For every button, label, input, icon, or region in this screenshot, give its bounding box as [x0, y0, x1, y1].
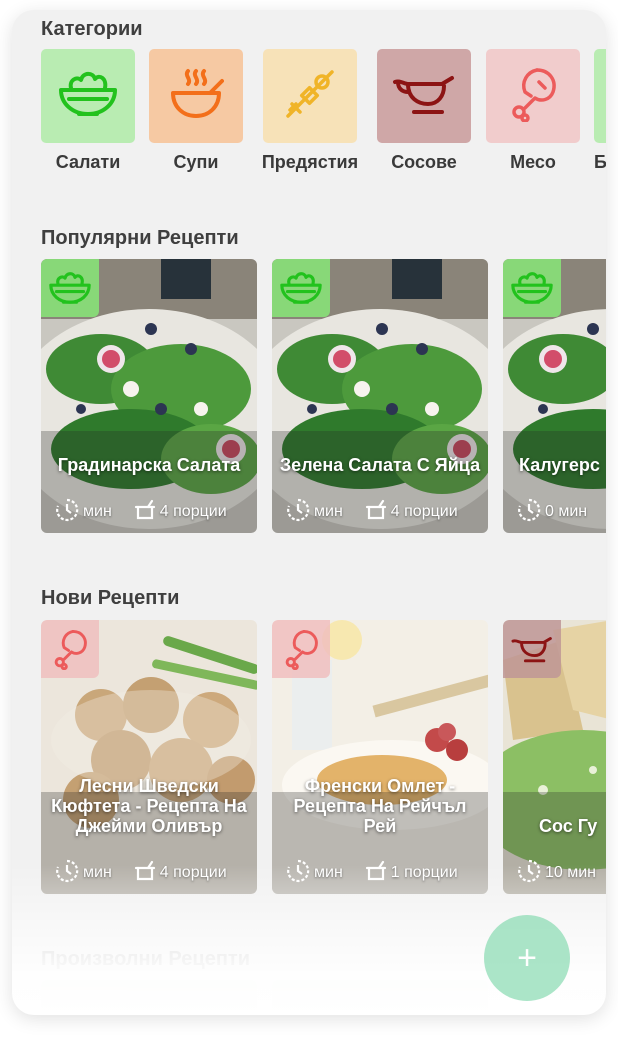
pot-icon: [365, 860, 387, 887]
categories-row[interactable]: Салати Супи Предястия Сосове Месо Б: [41, 49, 606, 179]
servings-info: 4 порции: [365, 499, 458, 526]
time-info: 10 мин: [517, 859, 596, 888]
recipe-name: Лесни Шведски Кюфтета - Рецепта На Джейм…: [51, 776, 247, 836]
recipe-card[interactable]: Сос Гу 10 мин: [503, 620, 606, 894]
recipe-meta: 10 мин: [503, 859, 606, 887]
category-meat[interactable]: Месо: [486, 49, 580, 173]
category-label: Салати: [55, 152, 121, 172]
servings-text: 4 порции: [159, 864, 227, 881]
time-text: мин: [83, 864, 112, 881]
clock-icon: [517, 859, 541, 888]
gravy-boat-icon: [392, 72, 456, 121]
category-tile[interactable]: [377, 49, 471, 143]
categories-title: Категории: [41, 18, 143, 40]
recipe-card-faded[interactable]: [272, 980, 488, 1015]
salad-bowl-icon: [57, 68, 119, 125]
servings-info: 4 порции: [134, 860, 227, 887]
category-tile[interactable]: [594, 49, 606, 143]
category-tile[interactable]: [263, 49, 357, 143]
servings-info: 1 порции: [365, 860, 458, 887]
recipe-name: Френски Омлет - Рецепта На Рейчъл Рей: [293, 776, 467, 836]
category-tile[interactable]: [149, 49, 243, 143]
card-photo: [272, 980, 488, 1015]
recipe-card-faded[interactable]: [41, 980, 257, 1015]
category-tile[interactable]: [41, 49, 135, 143]
salad-bowl-icon: [272, 259, 330, 317]
category-sauces[interactable]: Сосове: [377, 49, 471, 173]
recipe-name: Градинарска Салата: [57, 455, 241, 475]
category-label: Б: [594, 152, 606, 172]
random-title: Произволни Рецепти: [41, 948, 250, 970]
recipe-name: Зелена Салата С Яйца: [279, 455, 481, 475]
category-partial[interactable]: Б: [594, 49, 606, 173]
pot-icon: [365, 499, 387, 526]
servings-info: 4 порции: [134, 499, 227, 526]
time-info: 0 мин: [517, 498, 587, 527]
soup-bowl-icon: [168, 67, 224, 126]
recipe-name: Сос Гу: [539, 816, 598, 836]
clock-icon: [517, 498, 541, 527]
category-label: Супи: [173, 152, 219, 172]
pot-icon: [134, 499, 156, 526]
app-screen: Категории Салати Супи Предястия Сосове М…: [12, 10, 606, 1015]
popular-title: Популярни Рецепти: [41, 227, 239, 249]
recipe-meta: мин 4 порции: [272, 498, 488, 526]
meat-leg-icon: [507, 66, 559, 127]
category-tile[interactable]: [486, 49, 580, 143]
recipe-card[interactable]: Зелена Салата С Яйца мин 4 порции: [272, 259, 488, 533]
meat-leg-icon: [41, 620, 99, 678]
time-text: 10 мин: [545, 864, 597, 881]
category-label: Предястия: [261, 152, 359, 172]
recipe-card[interactable]: Калугерс 0 мин: [503, 259, 606, 533]
category-salads[interactable]: Салати: [41, 49, 135, 173]
time-text: мин: [83, 503, 112, 520]
new-title: Нови Рецепти: [41, 587, 180, 609]
card-photo: [41, 980, 257, 1015]
recipe-card[interactable]: Френски Омлет - Рецепта На Рейчъл Рей ми…: [272, 620, 488, 894]
gravy-boat-icon: [503, 620, 561, 678]
recipe-card[interactable]: Лесни Шведски Кюфтета - Рецепта На Джейм…: [41, 620, 257, 894]
meat-leg-icon: [272, 620, 330, 678]
servings-text: 4 порции: [390, 503, 458, 520]
skewer-icon: [282, 66, 338, 127]
recipe-meta: мин 4 порции: [41, 859, 257, 887]
time-info: мин: [286, 498, 343, 527]
plus-icon: +: [517, 939, 537, 977]
recipe-card[interactable]: Градинарска Салата мин 4 порции: [41, 259, 257, 533]
recipe-name: Калугерс: [519, 455, 600, 475]
time-info: мин: [286, 859, 343, 888]
clock-icon: [286, 859, 310, 888]
category-appetizers[interactable]: Предястия: [261, 49, 359, 173]
time-text: мин: [314, 503, 343, 520]
add-recipe-button[interactable]: +: [484, 915, 570, 1001]
time-text: 0 мин: [545, 503, 588, 520]
salad-bowl-icon: [503, 259, 561, 317]
time-info: мин: [55, 498, 112, 527]
recipe-meta: мин 1 порции: [272, 859, 488, 887]
category-soups[interactable]: Супи: [149, 49, 243, 173]
category-label: Месо: [510, 152, 556, 172]
category-label: Сосове: [391, 152, 457, 172]
pot-icon: [134, 860, 156, 887]
time-text: мин: [314, 864, 343, 881]
servings-text: 1 порции: [390, 864, 458, 881]
clock-icon: [286, 498, 310, 527]
clock-icon: [55, 498, 79, 527]
time-info: мин: [55, 859, 112, 888]
salad-bowl-icon: [41, 259, 99, 317]
recipe-meta: 0 мин: [503, 498, 606, 526]
servings-text: 4 порции: [159, 503, 227, 520]
clock-icon: [55, 859, 79, 888]
recipe-meta: мин 4 порции: [41, 498, 257, 526]
